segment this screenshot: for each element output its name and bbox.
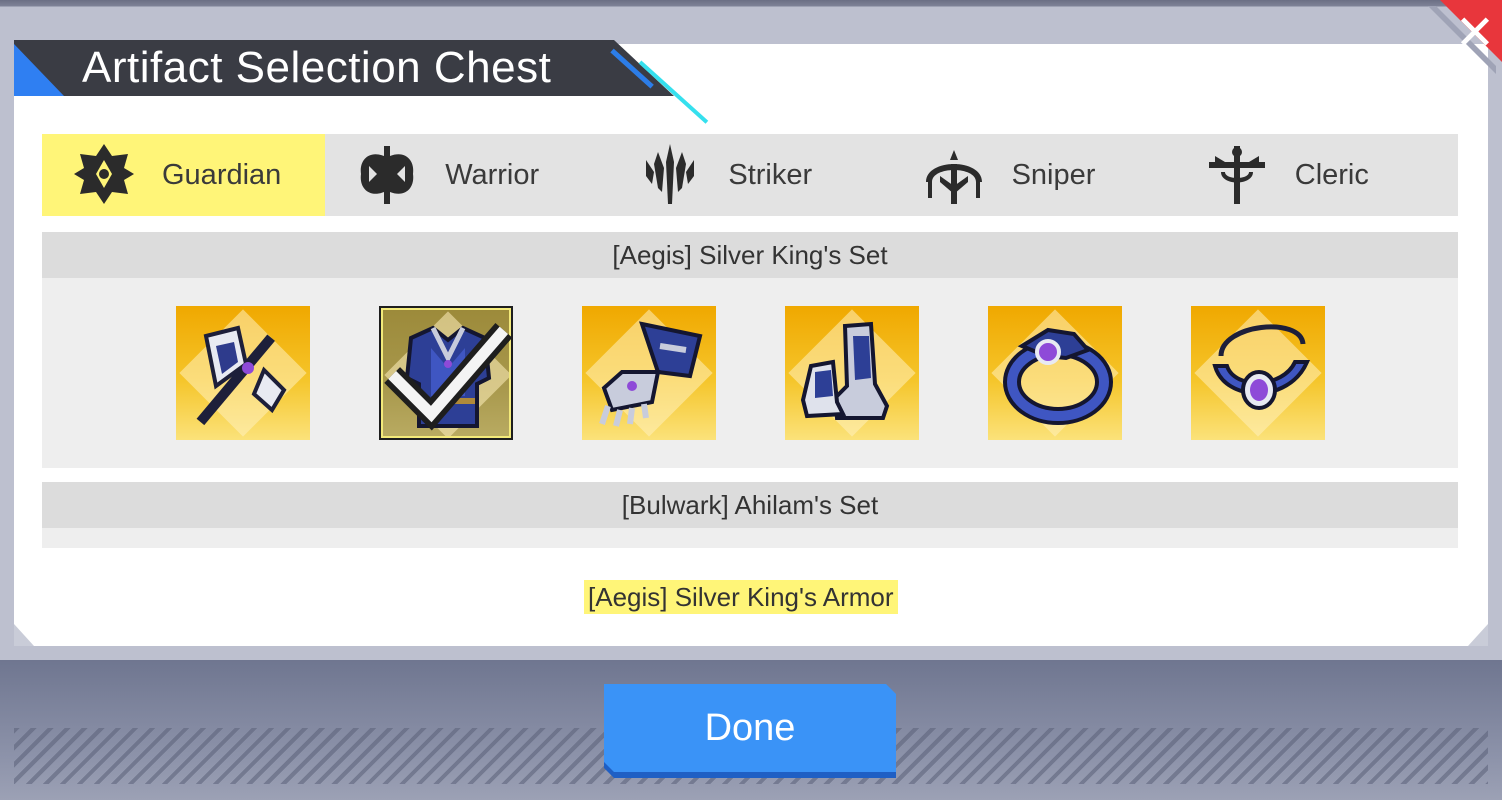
tab-sniper[interactable]: Sniper	[892, 134, 1175, 216]
sniper-class-icon	[925, 150, 982, 204]
tab-label: Sniper	[1011, 159, 1096, 191]
done-button-label: Done	[704, 707, 796, 749]
tab-warrior[interactable]: Warrior	[325, 134, 608, 216]
tab-label: Cleric	[1294, 159, 1369, 191]
set-items-panel	[42, 528, 1458, 548]
tab-cleric[interactable]: Cleric	[1175, 134, 1458, 216]
class-tabs: Guardian Warrior Striker Sniper Cleric	[42, 134, 1458, 216]
tab-guardian[interactable]: Guardian	[42, 134, 326, 216]
dialog-corner-right	[1468, 624, 1488, 646]
guardian-class-icon	[74, 144, 134, 204]
cleric-class-icon	[1208, 146, 1265, 204]
set-header-silver-king[interactable]: [Aegis] Silver King's Set	[42, 232, 1458, 278]
ring-icon	[1003, 327, 1113, 425]
tab-label: Guardian	[162, 159, 282, 191]
close-icon: ✕	[1454, 5, 1496, 61]
title-accent	[14, 44, 64, 96]
item-armor[interactable]	[379, 306, 513, 440]
striker-class-icon	[646, 144, 695, 204]
dialog-title: Artifact Selection Chest	[82, 43, 552, 92]
warrior-class-icon	[360, 146, 414, 204]
item-axe[interactable]	[176, 306, 310, 440]
boots-icon	[800, 321, 890, 420]
item-necklace[interactable]	[1191, 306, 1325, 440]
item-gauntlet[interactable]	[582, 306, 716, 440]
tab-label: Warrior	[445, 159, 540, 191]
tab-striker[interactable]: Striker	[608, 134, 891, 216]
item-boots[interactable]	[785, 306, 919, 440]
necklace-icon	[1212, 324, 1311, 410]
done-button[interactable]: Done	[604, 684, 896, 778]
set-header-ahilam[interactable]: [Bulwark] Ahilam's Set	[42, 482, 1458, 528]
check-icon	[384, 323, 511, 431]
selected-item-name: [Aegis] Silver King's Armor	[584, 580, 898, 614]
dialog-corner-left	[14, 624, 34, 646]
item-ring[interactable]	[988, 306, 1122, 440]
tab-label: Striker	[728, 159, 813, 191]
gauntlet-icon	[599, 321, 703, 427]
axe-weapon-icon	[196, 325, 287, 426]
set-items-panel	[42, 278, 1458, 468]
close-button[interactable]: ✕	[1420, 0, 1502, 82]
